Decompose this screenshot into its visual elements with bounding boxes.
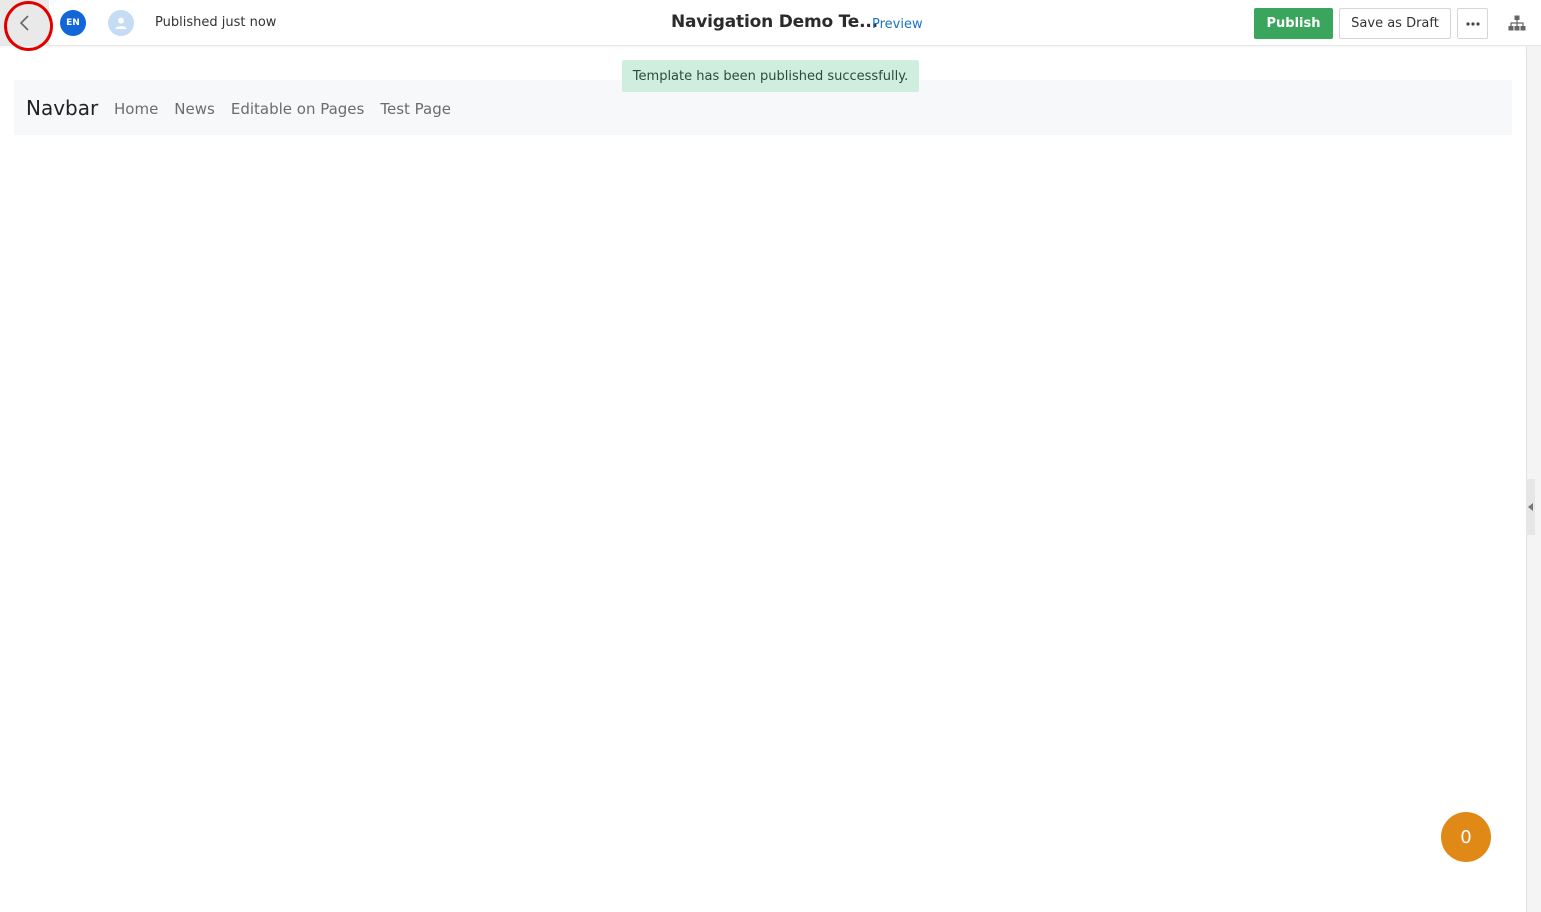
sitemap-button[interactable]	[1505, 12, 1529, 34]
preview-link[interactable]: Preview	[872, 17, 923, 32]
panel-collapse-handle[interactable]	[1526, 479, 1535, 535]
more-options-button[interactable]	[1457, 8, 1488, 39]
user-icon	[115, 17, 127, 29]
nav-link-test-page[interactable]: Test Page	[380, 100, 451, 118]
sitemap-icon	[1508, 15, 1526, 31]
caret-left-icon	[1527, 503, 1533, 511]
more-horizontal-icon	[1465, 21, 1480, 26]
nav-link-editable-on-pages[interactable]: Editable on Pages	[231, 100, 365, 118]
nav-links: Home News Editable on Pages Test Page	[114, 100, 451, 118]
notification-counter[interactable]: 0	[1441, 812, 1491, 862]
nav-link-news[interactable]: News	[174, 100, 215, 118]
publish-button[interactable]: Publish	[1254, 8, 1333, 39]
success-toast: Template has been published successfully…	[622, 60, 919, 92]
navbar-brand[interactable]: Navbar	[26, 96, 98, 120]
save-draft-button[interactable]: Save as Draft	[1339, 8, 1451, 39]
back-button[interactable]	[0, 0, 49, 46]
nav-link-home[interactable]: Home	[114, 100, 158, 118]
editor-header: EN Published just now Navigation Demo Te…	[0, 0, 1541, 51]
language-badge[interactable]: EN	[60, 10, 86, 36]
avatar[interactable]	[108, 10, 134, 36]
chevron-left-icon	[19, 15, 29, 31]
publish-status: Published just now	[155, 15, 277, 30]
page-title: Navigation Demo Te...	[671, 12, 878, 32]
